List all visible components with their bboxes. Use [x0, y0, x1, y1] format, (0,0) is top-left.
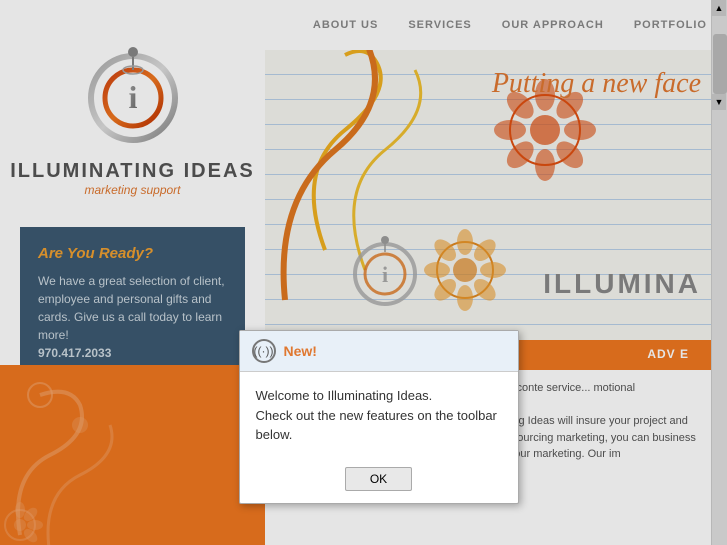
popup-message-line1: Welcome to Illuminating Ideas. [256, 388, 433, 403]
signal-symbol: ((·)) [254, 344, 274, 358]
popup-footer: OK [240, 459, 518, 503]
popup-ok-button[interactable]: OK [345, 467, 412, 491]
popup-message-line2: Check out the new features on the toolba… [256, 408, 497, 443]
popup-overlay: ((·)) New! Welcome to Illuminating Ideas… [0, 0, 727, 545]
popup-dialog: ((·)) New! Welcome to Illuminating Ideas… [239, 330, 519, 504]
popup-signal-icon: ((·)) [252, 339, 276, 363]
popup-body: Welcome to Illuminating Ideas. Check out … [240, 372, 518, 459]
popup-title: New! [284, 343, 317, 359]
popup-header: ((·)) New! [240, 331, 518, 372]
